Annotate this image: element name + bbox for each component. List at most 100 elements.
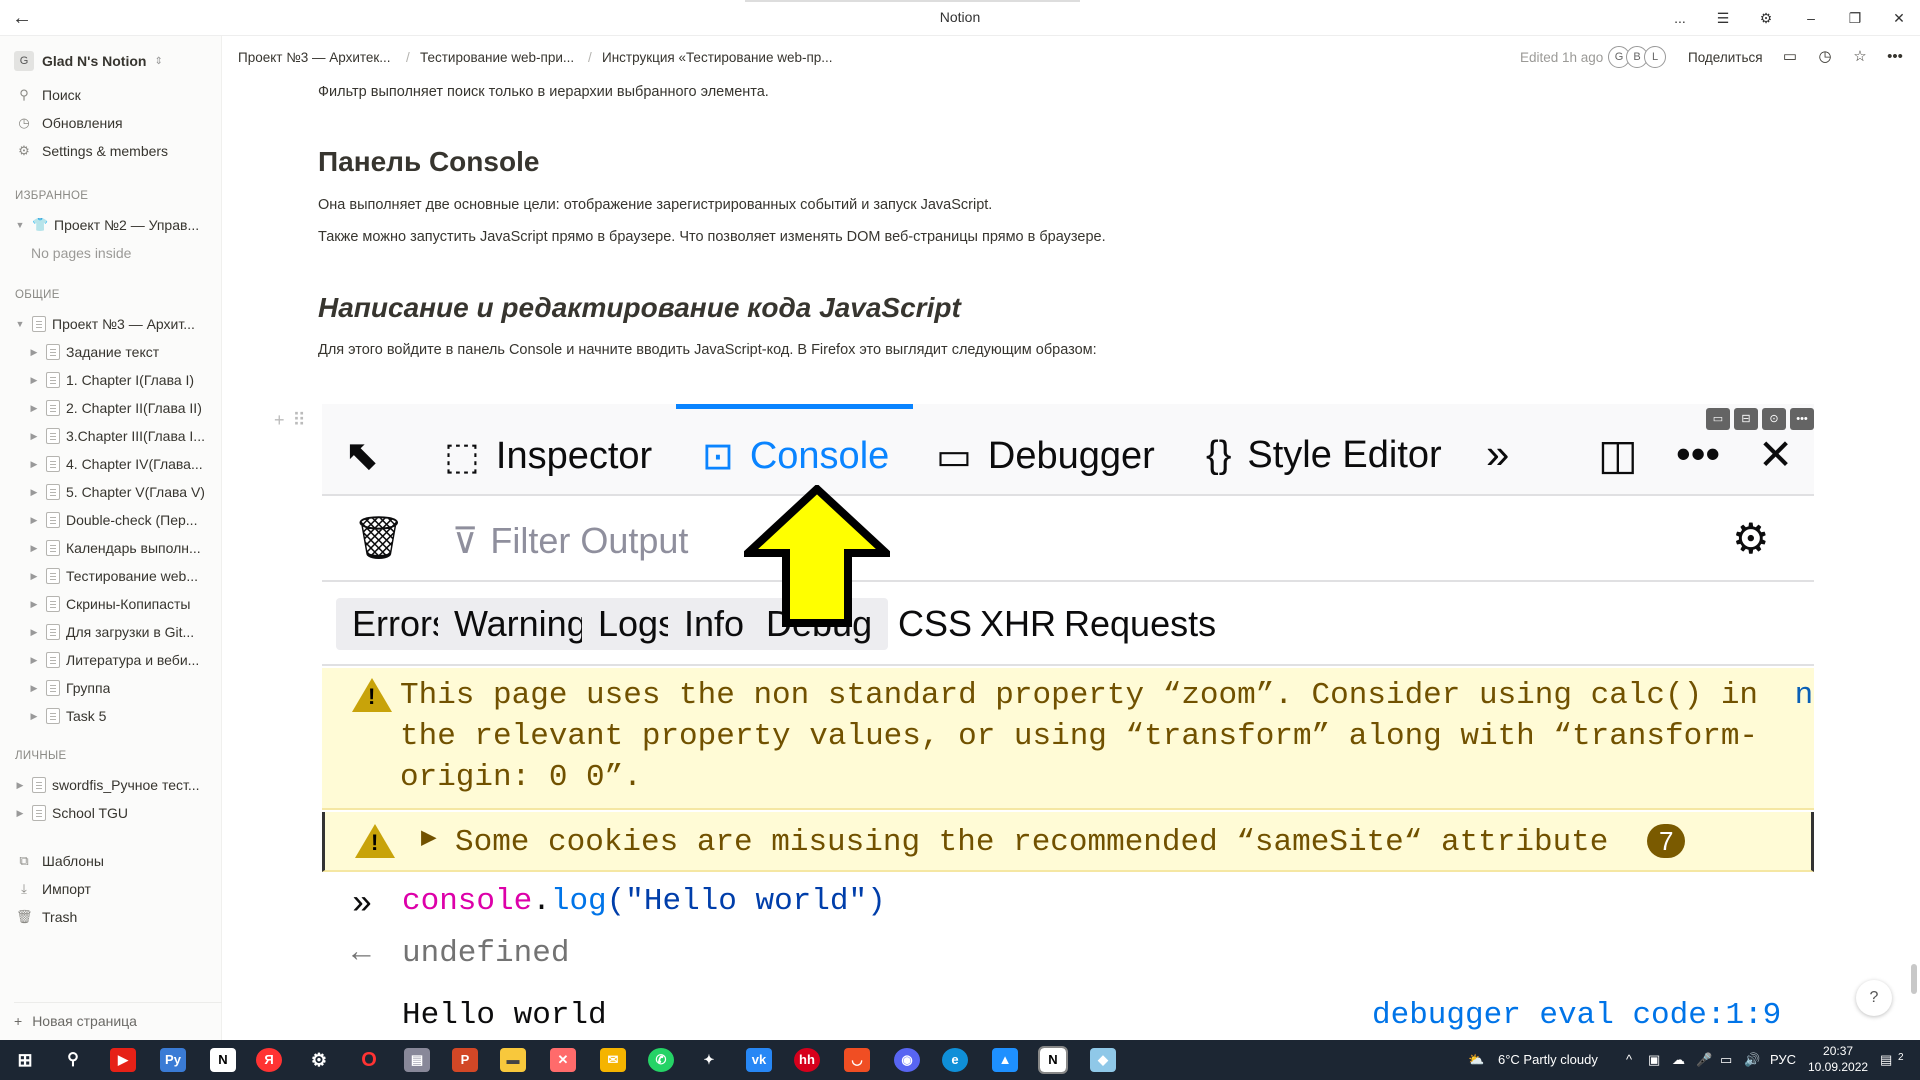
toggle-collapsed-icon[interactable]: ▶ — [28, 711, 40, 722]
toggle-collapsed-icon[interactable]: ▶ — [28, 459, 40, 470]
breadcrumb-item[interactable]: Проект №3 — Архитек... — [238, 50, 391, 65]
app-icon[interactable]: ▤ — [404, 1048, 430, 1072]
app-icon[interactable]: ◆ — [1090, 1048, 1116, 1072]
comment-icon[interactable]: ▭ — [1706, 408, 1730, 430]
volume-icon[interactable]: 🔊 — [1744, 1052, 1760, 1068]
photos-icon[interactable]: ▲ — [992, 1048, 1018, 1072]
toggle-collapsed-icon[interactable]: ▶ — [28, 487, 40, 498]
sidebar-page-shared-child[interactable]: ▶ Литература и веби... — [28, 649, 199, 671]
breadcrumb-item[interactable]: Инструкция «Тестирование web-пр... — [602, 50, 833, 65]
sidebar-page-shared-child[interactable]: ▶ Тестирование web... — [28, 565, 198, 587]
drag-handle-icon[interactable]: ⠿ — [293, 410, 306, 431]
search-icon[interactable]: ⚲ — [60, 1048, 86, 1072]
more-icon[interactable]: ••• — [1790, 408, 1814, 430]
input-language[interactable]: РУС — [1770, 1052, 1796, 1067]
edge-icon[interactable]: e — [942, 1048, 968, 1072]
powerpoint-icon[interactable]: P — [452, 1048, 478, 1072]
weather-icon[interactable]: ⛅ — [1468, 1052, 1484, 1068]
toggle-expanded-icon[interactable]: ▼ — [14, 220, 26, 230]
history-icon[interactable]: ◷ — [1814, 46, 1836, 68]
sidebar-page-shared-child[interactable]: ▶ Задание текст — [28, 341, 159, 363]
sidebar-page-shared-child[interactable]: ▶ Календарь выполн... — [28, 537, 201, 559]
restore-button[interactable]: ❐ — [1844, 7, 1866, 29]
close-button[interactable]: ✕ — [1888, 7, 1910, 29]
file-explorer-icon[interactable]: ▬ — [500, 1048, 526, 1072]
toggle-collapsed-icon[interactable]: ▶ — [28, 403, 40, 414]
private-header[interactable]: ЛИЧНЫЕ — [15, 750, 66, 762]
cloud-icon[interactable]: ☁ — [1672, 1052, 1685, 1068]
toggle-expanded-icon[interactable]: ▼ — [14, 319, 26, 329]
comments-icon[interactable]: ▭ — [1779, 46, 1801, 68]
toggle-collapsed-icon[interactable]: ▶ — [14, 780, 26, 791]
sidebar-item-settings[interactable]: ⚙ Settings & members — [16, 140, 168, 162]
sidebar-item-templates[interactable]: ⧉ Шаблоны — [16, 850, 104, 872]
toggle-collapsed-icon[interactable]: ▶ — [28, 375, 40, 386]
windows-start-icon[interactable]: ⊞ — [12, 1048, 38, 1072]
toggle-collapsed-icon[interactable]: ▶ — [28, 571, 40, 582]
scrollbar-thumb[interactable] — [1911, 964, 1917, 994]
discord-icon[interactable]: ◉ — [894, 1048, 920, 1072]
sidebar-page-shared-child[interactable]: ▶ Группа — [28, 677, 110, 699]
network-icon[interactable]: ▭ — [1720, 1052, 1732, 1068]
sidebar-item-search[interactable]: ⚲ Поиск — [16, 84, 81, 106]
extension-icon[interactable]: ⚙ — [1755, 7, 1777, 29]
shared-header[interactable]: ОБЩИЕ — [15, 289, 60, 301]
tray-icon[interactable]: ▣ — [1648, 1052, 1660, 1068]
toggle-collapsed-icon[interactable]: ▶ — [28, 599, 40, 610]
opera-icon[interactable]: O — [356, 1048, 382, 1072]
toggle-collapsed-icon[interactable]: ▶ — [28, 627, 40, 638]
sidebar-page-shared-root[interactable]: ▼ Проект №3 — Архит... — [14, 313, 195, 335]
star-icon[interactable]: ☆ — [1849, 46, 1871, 68]
help-button[interactable]: ? — [1856, 980, 1892, 1016]
block-controls[interactable]: + ⠿ — [274, 410, 306, 431]
system-clock[interactable]: 20:37 10.09.2022 — [1808, 1043, 1868, 1075]
toggle-collapsed-icon[interactable]: ▶ — [28, 515, 40, 526]
sidebar-page-shared-child[interactable]: ▶ 5. Chapter V(Глава V) — [28, 481, 205, 503]
notion-icon[interactable]: N — [210, 1048, 236, 1072]
mic-icon[interactable]: 🎤 — [1696, 1052, 1712, 1068]
sidebar-page-favorite[interactable]: ▼ 👕 Проект №2 — Управ... — [14, 214, 200, 236]
more-icon[interactable]: ••• — [1884, 46, 1906, 68]
settings-icon[interactable]: ⚙ — [306, 1048, 332, 1072]
yandex-icon[interactable]: Я — [256, 1048, 282, 1072]
youtube-icon[interactable]: ▶ — [110, 1048, 136, 1072]
sidebar-page-shared-child[interactable]: ▶ 1. Chapter I(Глава I) — [28, 369, 194, 391]
avatar-group[interactable]: G B L — [1608, 46, 1666, 68]
sidebar-page-shared-child[interactable]: ▶ Скрины-Копипасты — [28, 593, 190, 615]
sidebar-page-shared-child[interactable]: ▶ 4. Chapter IV(Глава... — [28, 453, 203, 475]
slack-icon[interactable]: ✦ — [696, 1048, 722, 1072]
python-icon[interactable]: Py — [160, 1048, 186, 1072]
mail-icon[interactable]: ✉ — [600, 1048, 626, 1072]
sidebar-page-shared-child[interactable]: ▶ Для загрузки в Git... — [28, 621, 194, 643]
sidebar-page-shared-child[interactable]: ▶ Task 5 — [28, 705, 106, 727]
hh-icon[interactable]: hh — [794, 1048, 820, 1072]
breadcrumb-item[interactable]: Тестирование web-при... — [420, 50, 574, 65]
vk-icon[interactable]: vk — [746, 1048, 772, 1072]
toggle-collapsed-icon[interactable]: ▶ — [28, 347, 40, 358]
tray-expand-icon[interactable]: ^ — [1626, 1052, 1632, 1067]
sidebar-page-private-1[interactable]: ▶ swordfis_Ручное тест... — [14, 774, 200, 796]
app-icon[interactable]: ✕ — [550, 1048, 576, 1072]
toggle-collapsed-icon[interactable]: ▶ — [14, 808, 26, 819]
sidebar-item-import[interactable]: ⤓ Импорт — [16, 878, 91, 900]
workspace-switcher[interactable]: G Glad N's Notion ⇕ — [14, 50, 163, 72]
favorites-header[interactable]: ИЗБРАННОЕ — [15, 190, 88, 202]
toggle-collapsed-icon[interactable]: ▶ — [28, 431, 40, 442]
new-page-button[interactable]: + Новая страница — [14, 1002, 222, 1029]
toggle-collapsed-icon[interactable]: ▶ — [28, 655, 40, 666]
original-icon[interactable]: ⊙ — [1762, 408, 1786, 430]
sidebar-item-updates[interactable]: ◷ Обновления — [16, 112, 122, 134]
sidebar-item-trash[interactable]: 🗑 Trash — [16, 906, 77, 928]
sidebar-page-shared-child[interactable]: ▶ 3.Chapter III(Глава I... — [28, 425, 205, 447]
menu-icon[interactable]: ☰ — [1712, 7, 1734, 29]
notion-active-icon[interactable]: N — [1038, 1046, 1068, 1074]
sidebar-page-shared-child[interactable]: ▶ 2. Chapter II(Глава II) — [28, 397, 202, 419]
more-icon[interactable]: ... — [1669, 7, 1691, 29]
sidebar-page-shared-child[interactable]: ▶ Double-check (Пер... — [28, 509, 197, 531]
sidebar-page-private-2[interactable]: ▶ School TGU — [14, 802, 128, 824]
add-block-icon[interactable]: + — [274, 410, 285, 431]
app-icon[interactable]: ◡ — [844, 1048, 870, 1072]
caption-icon[interactable]: ⊟ — [1734, 408, 1758, 430]
toggle-collapsed-icon[interactable]: ▶ — [28, 543, 40, 554]
weather-text[interactable]: 6°C Partly cloudy — [1498, 1052, 1598, 1067]
